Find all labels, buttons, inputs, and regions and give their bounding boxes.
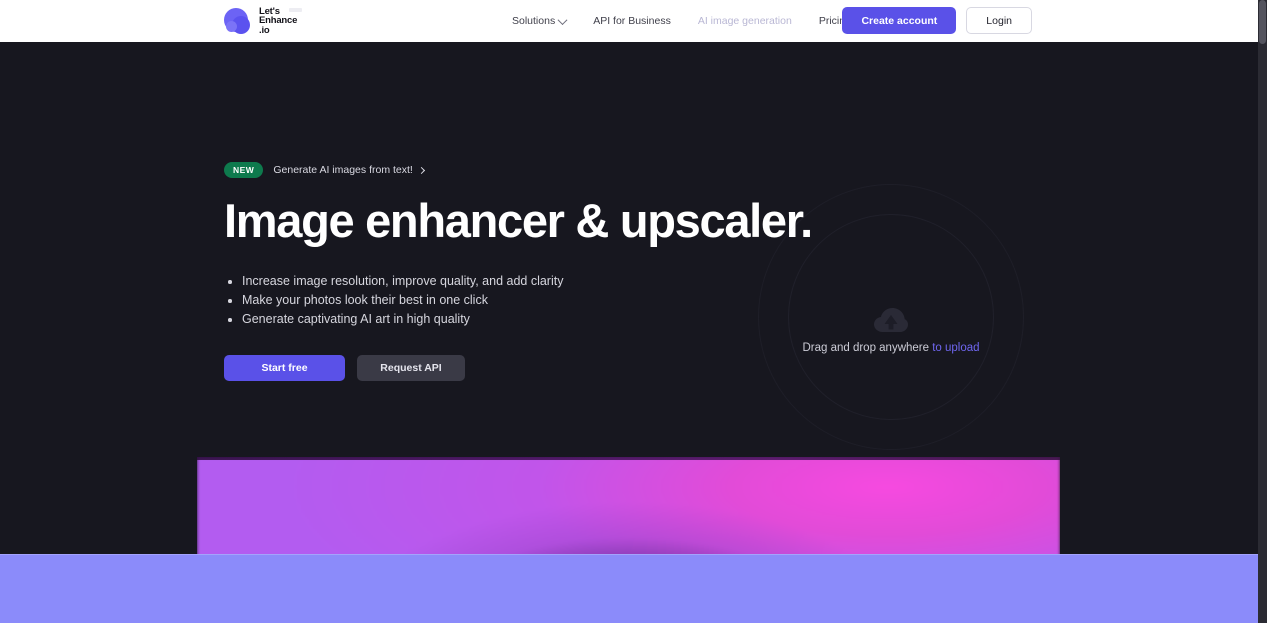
logo-wordmark: Let's Enhance .io	[259, 7, 302, 36]
dropzone-label[interactable]: Drag and drop anywhere to upload	[802, 342, 979, 354]
page-root: NEW Generate AI images from text! Image …	[0, 0, 1267, 623]
login-button[interactable]: Login	[966, 7, 1032, 34]
chevron-right-icon	[417, 166, 425, 174]
logo-blob-icon	[224, 7, 252, 35]
new-badge[interactable]: NEW	[224, 162, 264, 178]
nav-label: API for Business	[593, 15, 671, 27]
create-account-button[interactable]: Create account	[842, 7, 957, 34]
feature-list: Increase image resolution, improve quali…	[224, 272, 784, 329]
logo-accent-bar	[289, 7, 302, 12]
nav-item-api-for-business[interactable]: API for Business	[593, 15, 684, 27]
logo-line-3: .io	[259, 24, 270, 36]
page-title: Image enhancer & upscaler.	[224, 194, 813, 247]
header-actions: Create account Login	[842, 7, 1032, 34]
list-item: Make your photos look their best in one …	[224, 291, 784, 310]
upload-dropzone[interactable]: Drag and drop anywhere to upload	[716, 106, 1066, 456]
nav-label: AI image generation	[697, 15, 792, 27]
list-item: Generate captivating AI art in high qual…	[224, 310, 784, 329]
site-header: Let's Enhance .io Solutions API for Busi…	[0, 0, 1258, 42]
nav-item-ai-image-generation[interactable]: AI image generation	[698, 15, 805, 27]
start-free-button[interactable]: Start free	[224, 355, 345, 381]
list-item: Increase image resolution, improve quali…	[224, 272, 784, 291]
band-divider	[0, 554, 1258, 555]
chevron-down-icon	[557, 14, 568, 25]
page-scrollbar-track[interactable]	[1258, 0, 1267, 623]
nav-item-solutions[interactable]: Solutions	[512, 14, 579, 27]
cloud-upload-icon	[874, 308, 908, 332]
request-api-button[interactable]: Request API	[357, 355, 465, 381]
dropzone-upload-link[interactable]: to upload	[932, 342, 979, 354]
cta-row: Start free Request API	[224, 355, 784, 381]
announcement-banner[interactable]: NEW Generate AI images from text!	[224, 162, 784, 178]
hero-content: NEW Generate AI images from text! Image …	[224, 162, 813, 381]
bottom-section-band	[0, 554, 1258, 623]
page-scrollbar-thumb[interactable]	[1259, 0, 1266, 44]
dropzone-text: Drag and drop anywhere	[802, 342, 933, 354]
nav-label: Solutions	[512, 15, 556, 27]
site-logo[interactable]: Let's Enhance .io	[224, 4, 302, 38]
announcement-label: Generate AI images from text!	[273, 164, 413, 176]
showcase-top-edge	[197, 457, 1060, 460]
announcement-link[interactable]: Generate AI images from text!	[273, 164, 425, 176]
